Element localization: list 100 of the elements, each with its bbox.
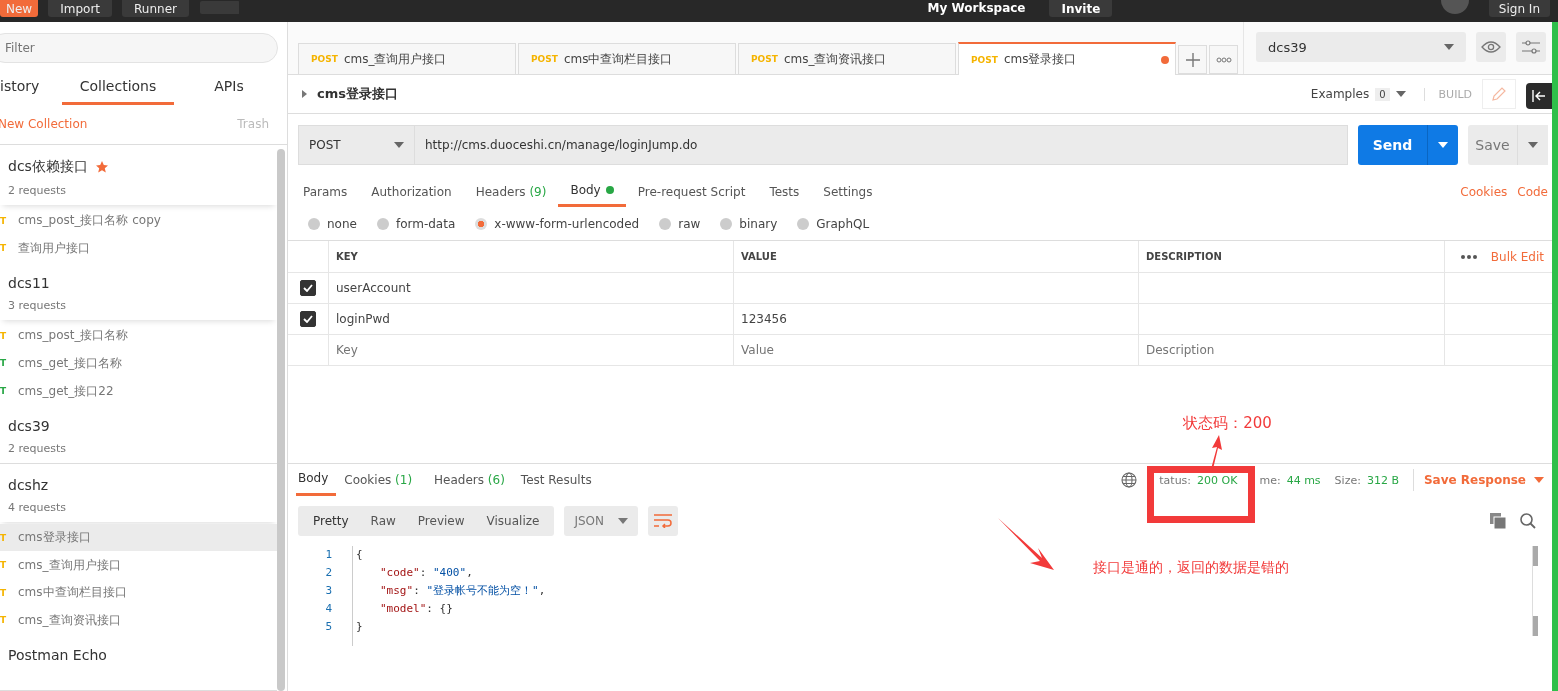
response-tab[interactable]: Test Results [512, 465, 600, 495]
method-label: T [0, 243, 8, 254]
collection-name: dcs11 [8, 275, 50, 292]
caret-icon [1395, 91, 1406, 97]
filter-field[interactable]: Filter [0, 33, 278, 63]
view-button[interactable]: Visualize [475, 506, 551, 536]
method-label: POST [531, 54, 558, 64]
more-tabs-button[interactable] [1209, 45, 1238, 74]
radio-button[interactable] [797, 217, 810, 230]
request-option-tab[interactable]: Headers (9) [463, 178, 559, 206]
code-editor[interactable]: 1 2 3 4 5 { "code": "400", "msg": "登录帐号不能为空！", "model": {} } [288, 546, 546, 646]
environment-dropdown[interactable]: dcs39 [1256, 32, 1466, 62]
request-title: cms登录接口 [317, 85, 398, 103]
request-tab[interactable]: POST cms_查询资讯接口 [738, 43, 956, 74]
collapse-panel-button[interactable] [1526, 83, 1552, 109]
request-item[interactable]: T cms_查询用户接口 [0, 551, 277, 579]
method-label: T [0, 386, 8, 397]
tab-label: cms中查询栏目接口 [563, 50, 673, 68]
table-input-field[interactable]: Key [336, 343, 733, 357]
method-label: T [0, 358, 8, 369]
response-tab[interactable]: Headers (6) [426, 465, 513, 495]
new-tab-button[interactable] [1178, 45, 1207, 74]
invite-button[interactable]: Invite [1049, 0, 1113, 17]
request-name: cms_post_接口名称 copy [18, 212, 161, 230]
caret-icon [1444, 44, 1454, 50]
request-item[interactable]: T cms_查询资讯接口 [0, 606, 277, 635]
radio-button[interactable] [659, 217, 672, 230]
method-label: T [0, 532, 8, 543]
request-option-tab[interactable]: Params [302, 178, 360, 206]
save-button[interactable]: Save [1468, 125, 1517, 165]
check-icon [303, 315, 313, 323]
request-name: cms登录接口 [18, 529, 91, 547]
method-label: T [0, 615, 8, 626]
checkbox[interactable] [300, 311, 316, 327]
format-dropdown[interactable]: JSON [564, 506, 639, 536]
request-option-tab[interactable]: Pre-request Script [625, 178, 758, 206]
response-tab[interactable]: Body [296, 464, 337, 496]
view-button[interactable]: Pretty [302, 506, 360, 536]
caret-icon [618, 518, 629, 524]
settings-button[interactable] [1516, 32, 1546, 62]
request-item[interactable]: T 查询用户接口 [0, 234, 277, 263]
examples-dropdown[interactable]: Examples 0 [1310, 87, 1406, 101]
request-item[interactable]: T cms中查询栏目接口 [0, 578, 277, 607]
table-input-field[interactable]: Value [741, 343, 1138, 357]
collection-item[interactable]: dcshz 4 requests [0, 463, 277, 522]
code-line: "msg": "登录帐号不能为空！", [379, 583, 546, 599]
method-label: T [0, 330, 8, 341]
plus-icon [1185, 52, 1200, 67]
radio-button[interactable] [376, 217, 389, 230]
request-tab[interactable]: POST cms_查询用户接口 [298, 43, 516, 74]
request-tab[interactable]: POST cms中查询栏目接口 [518, 43, 736, 74]
line-number: 2 [324, 565, 332, 581]
table-cell: loginPwd [336, 312, 390, 326]
request-option-tab[interactable]: Tests [757, 178, 812, 206]
scrollbar[interactable] [277, 149, 285, 691]
line-number: 1 [324, 547, 332, 563]
top-bar-button[interactable]: Runner [122, 0, 189, 17]
sign-in-button[interactable]: Sign In [1488, 0, 1550, 17]
request-option-tab[interactable]: Settings [811, 178, 885, 206]
sidebar-tab[interactable]: istory [0, 73, 48, 105]
edit-button[interactable] [1482, 79, 1516, 109]
workspace-name[interactable]: My Workspace [927, 0, 1026, 16]
status-value: 200 OK [1197, 473, 1238, 487]
send-options-button[interactable] [1427, 125, 1458, 165]
checkbox[interactable] [300, 280, 316, 296]
request-option-tab[interactable]: Authorization [359, 178, 464, 206]
more-options-button[interactable] [1460, 254, 1477, 259]
request-item[interactable]: T cms_get_接口22 [0, 377, 277, 405]
sidebar-tab[interactable]: APIs [174, 73, 284, 105]
view-button[interactable]: Preview [406, 506, 476, 536]
radio-button[interactable] [720, 217, 733, 230]
request-tab[interactable]: POST cms登录接口 [958, 42, 1176, 75]
more-icon [1460, 254, 1477, 259]
view-button[interactable]: Raw [359, 506, 407, 536]
sidebar-tab[interactable]: Collections [62, 73, 174, 105]
radio-button[interactable] [308, 217, 320, 230]
request-item[interactable]: T cms_post_接口名称 [0, 322, 277, 350]
send-button[interactable]: Send [1358, 125, 1427, 165]
request-item[interactable]: T cms_get_接口名称 [0, 349, 277, 378]
wrap-lines-button[interactable] [648, 506, 679, 536]
column-header: VALUE [734, 241, 1139, 272]
request-item[interactable]: T cms登录接口 [0, 523, 277, 552]
url-field[interactable]: http://cms.duoceshi.cn/manage/loginJump.do [414, 125, 1348, 165]
save-options-button[interactable] [1517, 125, 1548, 165]
eye-button[interactable] [1476, 32, 1506, 62]
radio-button[interactable] [475, 217, 488, 230]
column-header: KEY [329, 241, 734, 272]
table-input-field[interactable]: Description [1146, 343, 1444, 357]
scrollbar[interactable] [1532, 546, 1538, 636]
request-item[interactable]: T cms_post_接口名称 copy [0, 207, 277, 235]
top-bar-button[interactable]: Import [48, 0, 112, 17]
collection-item[interactable]: dcs依赖接口 2 requests [0, 145, 277, 205]
method-dropdown[interactable]: POST [298, 125, 414, 165]
collapse-icon [1532, 90, 1546, 102]
collection-item[interactable]: dcs11 3 requests [0, 262, 277, 321]
response-tab[interactable]: Cookies (1) [336, 465, 421, 495]
collection-name: Postman Echo [8, 647, 107, 664]
table-cell: userAccount [336, 281, 411, 295]
radio-label: none [327, 216, 357, 231]
request-option-tab[interactable]: Body [558, 177, 626, 207]
